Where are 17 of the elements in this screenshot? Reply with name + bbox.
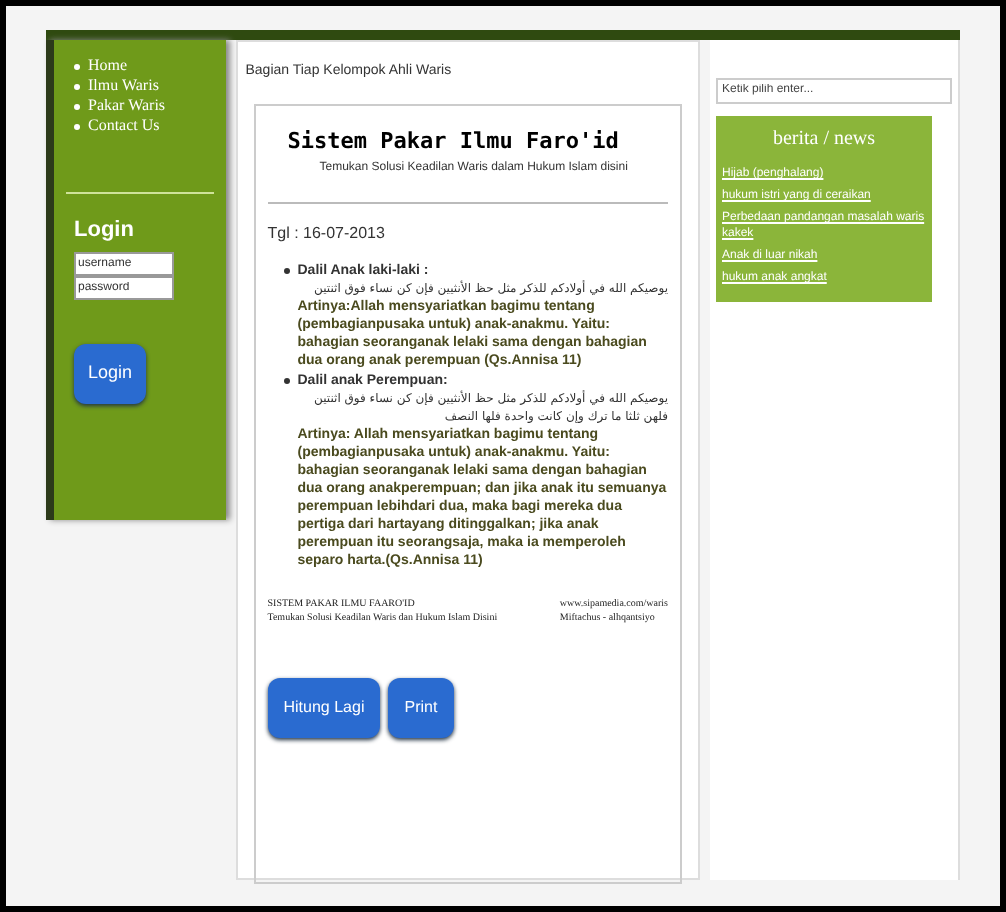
action-button[interactable]: Hitung Lagi <box>267 678 381 738</box>
date-text: Tgl : 16-07-2013 <box>267 222 387 246</box>
bullet-icon <box>74 103 80 109</box>
nav-link[interactable]: Home <box>88 56 128 76</box>
login-button[interactable]: Login <box>74 343 146 403</box>
nav-link[interactable]: Contact Us <box>88 116 160 136</box>
nav-link[interactable]: Pakar Waris <box>88 96 166 116</box>
report-title: Sistem Pakar Ilmu Faro'id <box>285 125 621 157</box>
bullet-icon <box>283 378 290 384</box>
news-heading: berita / news <box>770 126 878 154</box>
action-button[interactable]: Print <box>388 678 454 738</box>
bullet-icon <box>74 123 80 129</box>
bullet-icon <box>283 268 290 274</box>
bullet-icon <box>74 83 80 89</box>
login-heading: Login <box>74 216 136 246</box>
nav-link[interactable]: Ilmu Waris <box>88 76 159 96</box>
bullet-icon <box>74 63 80 69</box>
